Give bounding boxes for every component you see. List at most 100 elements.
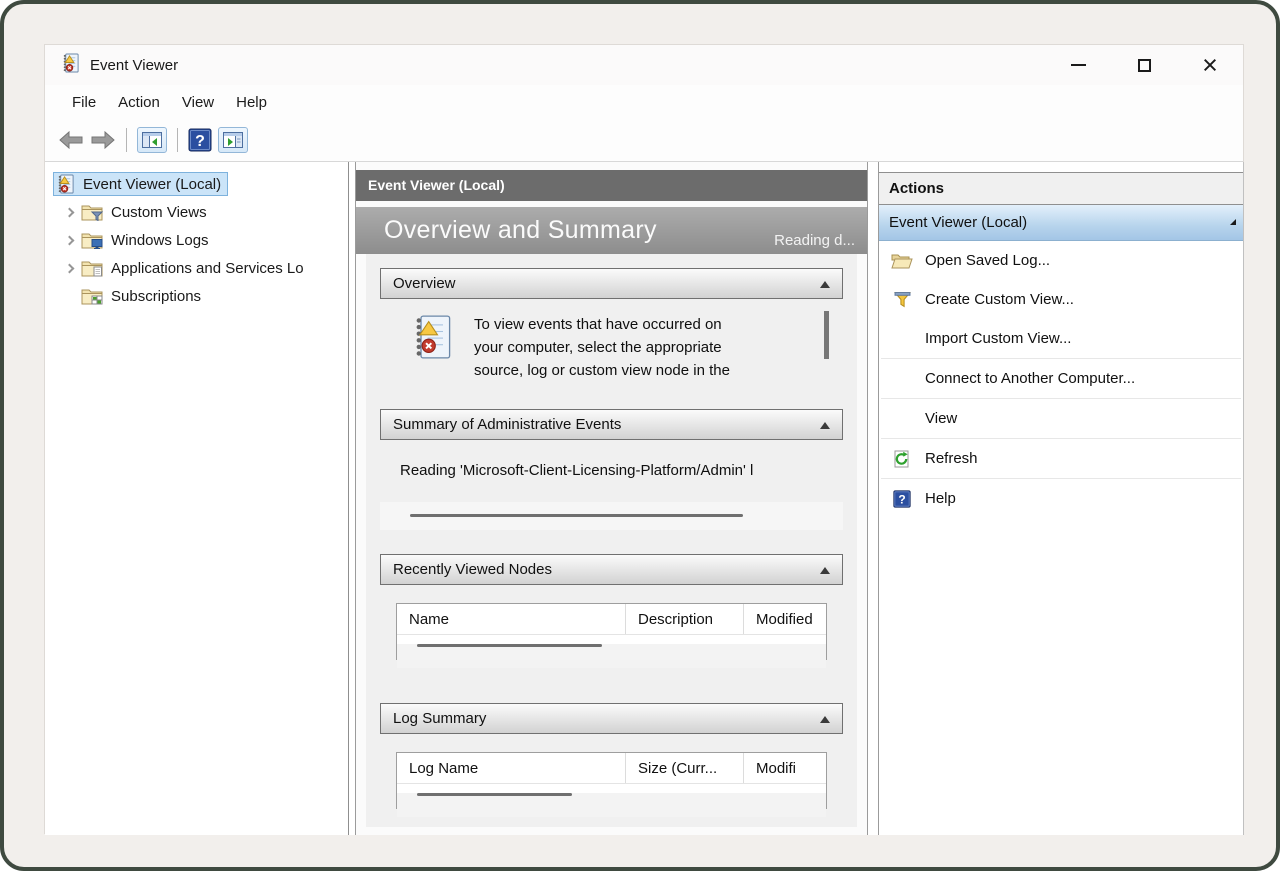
action-pane-toggle-button[interactable] bbox=[218, 127, 248, 153]
action-import-custom-view[interactable]: Import Custom View... bbox=[879, 319, 1243, 358]
tree-item-subscriptions[interactable]: Subscriptions bbox=[45, 282, 348, 310]
overview-text-line: your computer, select the appropriate bbox=[474, 336, 730, 359]
log-summary-progress-bar bbox=[417, 793, 572, 796]
results-content: Overview bbox=[366, 254, 857, 827]
maximize-button[interactable] bbox=[1111, 45, 1177, 85]
recent-nodes-section-header[interactable]: Recently Viewed Nodes bbox=[380, 554, 843, 585]
forward-button[interactable] bbox=[90, 131, 116, 149]
action-label: View bbox=[925, 410, 957, 427]
help-icon: ? bbox=[188, 128, 212, 152]
collapse-arrow-icon[interactable] bbox=[820, 716, 830, 723]
event-viewer-icon bbox=[56, 174, 75, 194]
minimize-icon bbox=[1071, 64, 1086, 66]
menu-action[interactable]: Action bbox=[107, 90, 171, 115]
log-summary-section-header[interactable]: Log Summary bbox=[380, 703, 843, 734]
chevron-right-icon[interactable] bbox=[57, 265, 81, 272]
tree-item-label: Custom Views bbox=[111, 204, 207, 221]
action-label: Open Saved Log... bbox=[925, 252, 1050, 269]
recent-nodes-table-header: Name Description Modified bbox=[397, 604, 826, 635]
tree-item-label: Subscriptions bbox=[111, 288, 201, 305]
tree-item-applications-services-logs[interactable]: Applications and Services Lo bbox=[45, 254, 348, 282]
maximize-icon bbox=[1138, 59, 1151, 72]
overview-scrollbar-thumb[interactable] bbox=[824, 311, 829, 359]
event-viewer-app-icon bbox=[61, 53, 80, 78]
console-tree-toggle-icon bbox=[142, 132, 162, 148]
banner-status-text: Reading d... bbox=[774, 232, 855, 249]
action-pane-toggle-icon bbox=[223, 132, 243, 148]
tree-item-label: Windows Logs bbox=[111, 232, 209, 249]
help-icon: ? bbox=[893, 490, 911, 508]
action-label: Create Custom View... bbox=[925, 291, 1074, 308]
menu-view[interactable]: View bbox=[171, 90, 225, 115]
svg-text:?: ? bbox=[898, 492, 905, 506]
summary-section-header[interactable]: Summary of Administrative Events bbox=[380, 409, 843, 440]
column-header-log-name[interactable]: Log Name bbox=[397, 753, 625, 783]
recent-nodes-progress-bar bbox=[417, 644, 602, 647]
folder-grid-icon bbox=[81, 287, 103, 305]
tree-item-windows-logs[interactable]: Windows Logs bbox=[45, 226, 348, 254]
toolbar: ? bbox=[45, 119, 1243, 162]
actions-group-event-viewer-local[interactable]: Event Viewer (Local) bbox=[879, 205, 1243, 241]
banner-title: Overview and Summary bbox=[356, 216, 657, 245]
log-summary-table-header: Log Name Size (Curr... Modifi bbox=[397, 753, 826, 784]
collapse-arrow-icon[interactable] bbox=[820, 567, 830, 574]
main-area: Event Viewer (Local) Custom Views bbox=[45, 162, 1243, 835]
tree-selection: Event Viewer (Local) bbox=[53, 172, 228, 196]
window-controls: × bbox=[1045, 45, 1243, 85]
window-title: Event Viewer bbox=[90, 57, 178, 74]
tree-item-custom-views[interactable]: Custom Views bbox=[45, 198, 348, 226]
minimize-button[interactable] bbox=[1045, 45, 1111, 85]
recent-nodes-section-body: Name Description Modified bbox=[380, 603, 843, 703]
toolbar-separator bbox=[126, 128, 127, 152]
back-button[interactable] bbox=[58, 131, 84, 149]
menu-file[interactable]: File bbox=[61, 90, 107, 115]
tree-item-event-viewer-local[interactable]: Event Viewer (Local) bbox=[45, 170, 348, 198]
toolbar-separator bbox=[177, 128, 178, 152]
action-create-custom-view[interactable]: Create Custom View... bbox=[879, 280, 1243, 319]
refresh-icon bbox=[893, 450, 911, 468]
tree-item-label: Applications and Services Lo bbox=[111, 260, 304, 277]
log-summary-section-title: Log Summary bbox=[393, 710, 486, 727]
action-help[interactable]: ? Help bbox=[879, 479, 1243, 518]
menu-help[interactable]: Help bbox=[225, 90, 278, 115]
overview-section-body: To view events that have occurred on you… bbox=[380, 299, 843, 399]
results-pane-title: Event Viewer (Local) bbox=[356, 170, 867, 201]
menu-bar: File Action View Help bbox=[45, 85, 1243, 119]
log-summary-section-body: Log Name Size (Curr... Modifi bbox=[380, 752, 843, 827]
column-header-modified[interactable]: Modifi bbox=[743, 753, 826, 783]
screenshot-frame: Event Viewer × File Action View Help bbox=[0, 0, 1280, 871]
overview-section-title: Overview bbox=[393, 275, 456, 292]
action-label: Connect to Another Computer... bbox=[925, 370, 1135, 387]
recent-nodes-section-title: Recently Viewed Nodes bbox=[393, 561, 552, 578]
overview-section-header[interactable]: Overview bbox=[380, 268, 843, 299]
chevron-right-icon[interactable] bbox=[57, 209, 81, 216]
summary-section-title: Summary of Administrative Events bbox=[393, 416, 621, 433]
column-header-description[interactable]: Description bbox=[625, 604, 743, 634]
action-open-saved-log[interactable]: Open Saved Log... bbox=[879, 241, 1243, 280]
open-folder-icon bbox=[891, 253, 913, 269]
summary-section-body: Reading 'Microsoft-Client-Licensing-Plat… bbox=[380, 440, 843, 544]
back-icon bbox=[58, 131, 84, 149]
group-collapse-arrow-icon[interactable] bbox=[1230, 219, 1236, 225]
chevron-right-icon[interactable] bbox=[57, 237, 81, 244]
actions-group-label: Event Viewer (Local) bbox=[889, 214, 1027, 231]
tree-item-label: Event Viewer (Local) bbox=[83, 176, 221, 193]
folder-filter-icon bbox=[81, 203, 103, 221]
console-tree-toggle-button[interactable] bbox=[137, 127, 167, 153]
action-connect-to-another-computer[interactable]: Connect to Another Computer... bbox=[879, 359, 1243, 398]
column-header-modified[interactable]: Modified bbox=[743, 604, 826, 634]
column-header-name[interactable]: Name bbox=[397, 604, 625, 634]
close-button[interactable]: × bbox=[1177, 45, 1243, 85]
collapse-arrow-icon[interactable] bbox=[820, 281, 830, 288]
column-header-size-current[interactable]: Size (Curr... bbox=[625, 753, 743, 783]
toolbar-help-button[interactable]: ? bbox=[188, 128, 212, 152]
action-refresh[interactable]: Refresh bbox=[879, 439, 1243, 478]
log-summary-loading-row bbox=[397, 793, 826, 817]
collapse-arrow-icon[interactable] bbox=[820, 422, 830, 429]
folder-monitor-icon bbox=[81, 231, 103, 249]
summary-progress-bar bbox=[410, 514, 743, 517]
actions-pane: Actions Event Viewer (Local) Open Saved … bbox=[878, 162, 1244, 835]
event-viewer-large-icon bbox=[410, 313, 454, 361]
summary-loading-text: Reading 'Microsoft-Client-Licensing-Plat… bbox=[380, 440, 843, 479]
action-view[interactable]: View bbox=[879, 399, 1243, 438]
